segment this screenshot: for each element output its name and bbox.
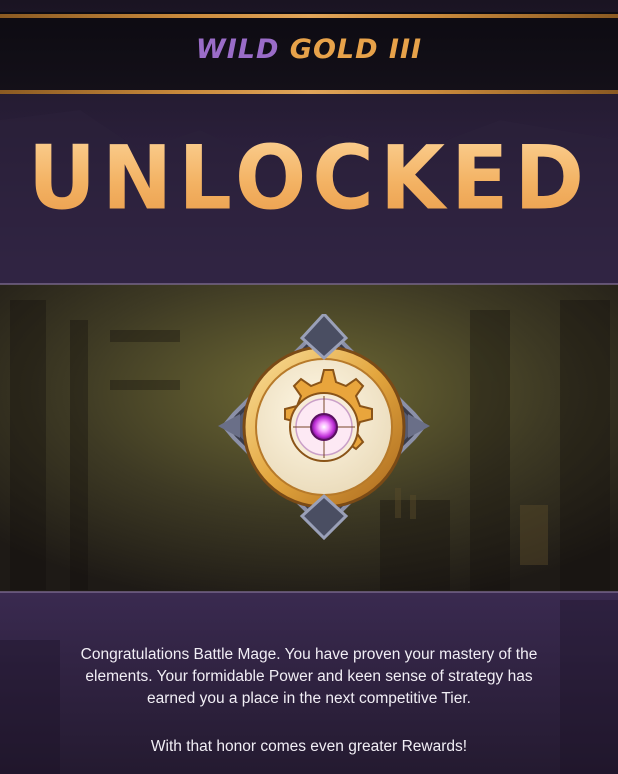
banner-top-border <box>0 14 618 18</box>
congratulations-message: Congratulations Battle Mage. You have pr… <box>80 646 538 707</box>
divider-top <box>0 283 618 285</box>
gold-tier-gear-emblem-icon <box>218 314 430 540</box>
tier-banner: WILD GOLD III <box>0 12 618 94</box>
tier-word-wild: WILD <box>195 34 280 65</box>
rewards-message: With that honor comes even greater Rewar… <box>150 738 468 755</box>
banner-bottom-border <box>0 90 618 94</box>
unlocked-heading: UNLOCKED <box>0 126 618 231</box>
tier-title: WILD GOLD III <box>0 34 618 65</box>
tier-word-gold: GOLD III <box>289 34 423 65</box>
divider-bottom <box>0 591 618 593</box>
